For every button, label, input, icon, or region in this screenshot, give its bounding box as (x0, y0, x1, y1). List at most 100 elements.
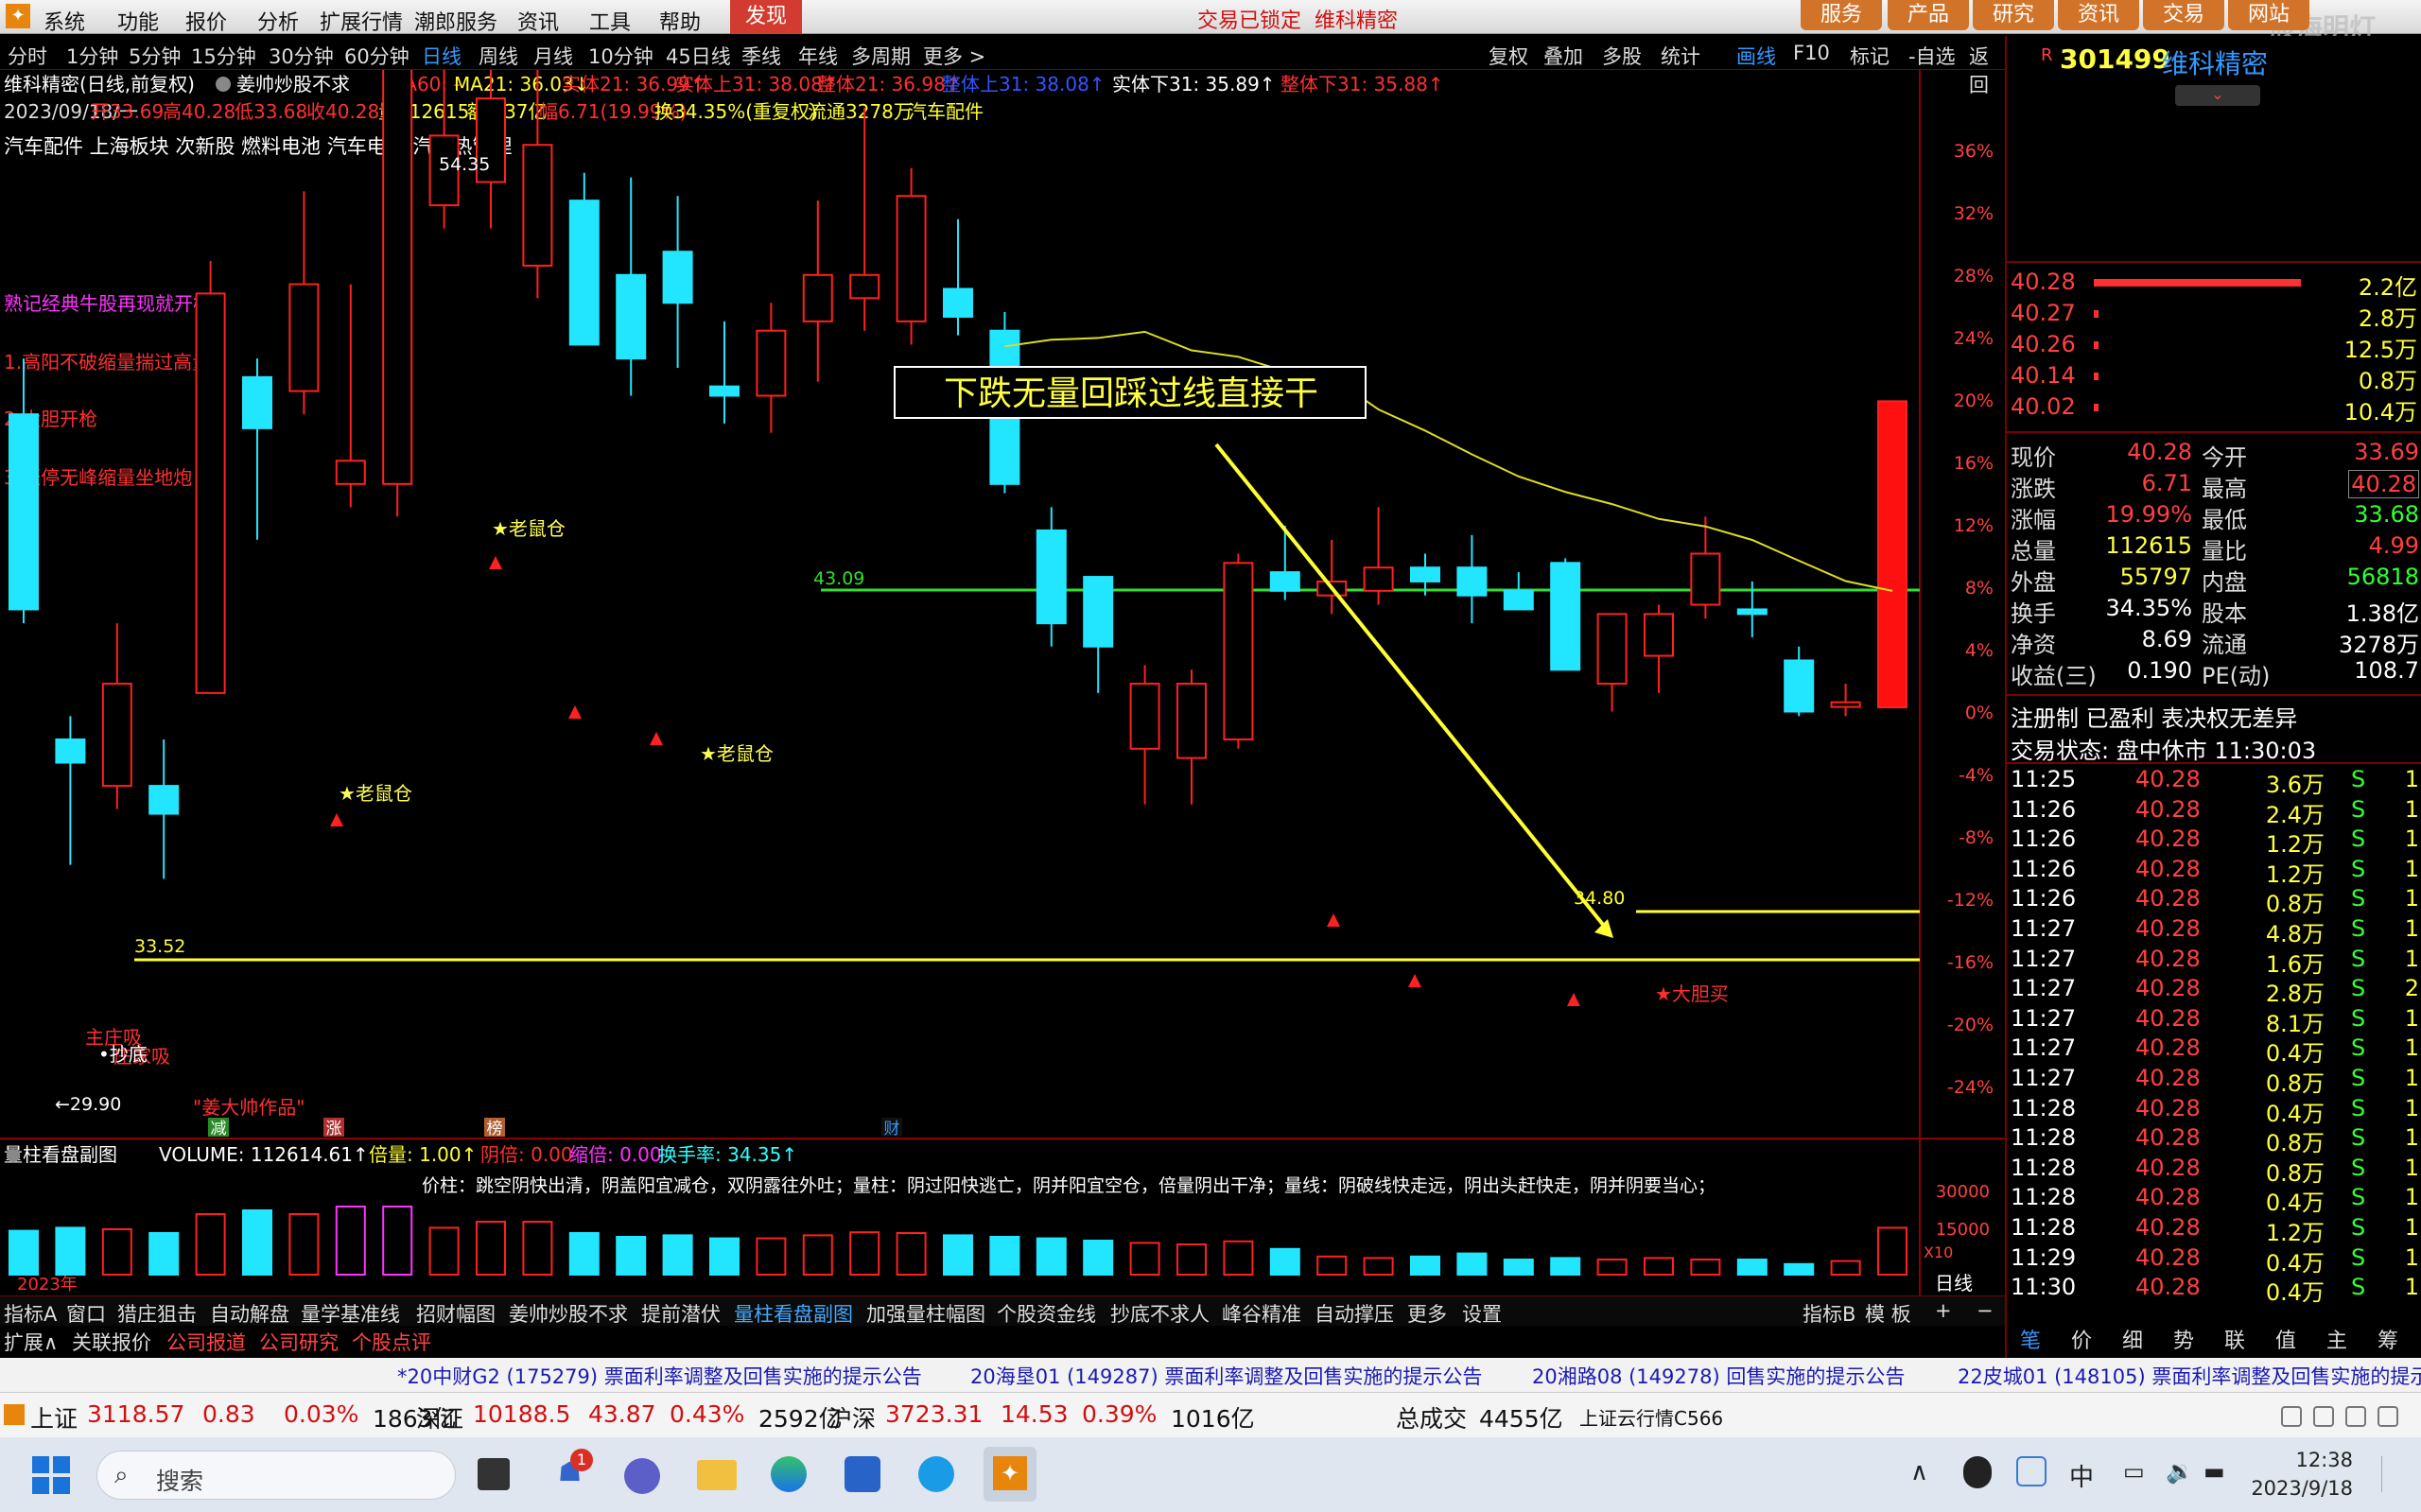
top-right-button[interactable]: 产品 (1888, 0, 1969, 30)
indicator-tab[interactable]: 指标A (4, 1299, 57, 1328)
volume-bar[interactable] (288, 1213, 320, 1276)
candle-body[interactable] (55, 738, 86, 764)
candle-body[interactable] (522, 144, 553, 267)
layout-icon[interactable] (2281, 1406, 2302, 1427)
volume-bar[interactable] (335, 1206, 366, 1276)
app-logo-icon[interactable]: ✦ (6, 4, 30, 28)
candle-body[interactable] (1503, 589, 1534, 611)
volume-bar[interactable] (522, 1221, 553, 1276)
period-tab[interactable]: 多周期 (851, 42, 911, 70)
candle-body[interactable] (1223, 562, 1254, 740)
toolbar-button[interactable]: F10 (1793, 42, 1830, 64)
candle-body[interactable] (242, 375, 272, 429)
settings-icon[interactable] (2345, 1406, 2366, 1427)
candle-body[interactable] (1596, 613, 1628, 686)
toolbar-button[interactable]: -自选 (1908, 42, 1956, 70)
order-book-row[interactable]: 40.28 2.2亿 (2007, 269, 2421, 301)
index-name[interactable]: 深证 (416, 1400, 463, 1434)
extension-tab[interactable]: 关联报价 (72, 1328, 151, 1356)
store-icon[interactable] (845, 1456, 880, 1492)
edge-icon[interactable] (771, 1456, 807, 1492)
volume-bar[interactable] (1083, 1240, 1114, 1276)
candle-body[interactable] (896, 195, 927, 322)
candle-body[interactable] (1456, 566, 1488, 597)
period-tab[interactable]: 季线 (741, 42, 781, 70)
lock-icon[interactable] (2313, 1406, 2334, 1427)
period-tab[interactable]: 60分钟 (344, 42, 409, 70)
volume-bar[interactable] (1456, 1252, 1488, 1276)
top-right-button[interactable]: 资讯 (2058, 0, 2139, 30)
volume-bar[interactable] (1410, 1255, 1440, 1277)
candle-body[interactable] (616, 273, 647, 360)
period-tab[interactable]: 15分钟 (191, 42, 256, 70)
clock-time[interactable]: 12:38 (2258, 1449, 2353, 1471)
volume-bar[interactable] (1690, 1259, 1721, 1276)
menu-item[interactable]: 扩展行情 (320, 6, 403, 36)
volume-bar[interactable] (1503, 1259, 1534, 1276)
indicator-tab[interactable]: 窗口 (66, 1299, 106, 1328)
candle-body[interactable] (1036, 529, 1067, 625)
candle-body[interactable] (101, 683, 132, 788)
indicator-control[interactable]: 指标B (1803, 1299, 1855, 1328)
volume-bar[interactable] (1877, 1226, 1907, 1277)
candle-body[interactable] (802, 273, 833, 322)
indicator-tab[interactable]: 姜帅炒股不求 (509, 1299, 628, 1328)
menu-item[interactable]: 分析 (257, 6, 299, 36)
indicator-tab[interactable]: 自动撑压 (1315, 1299, 1394, 1328)
battery-icon[interactable]: ▬ (2203, 1458, 2225, 1485)
volume-bar[interactable] (1316, 1255, 1348, 1277)
indicator-tab[interactable]: 设置 (1462, 1299, 1502, 1328)
candle-body[interactable] (1129, 683, 1160, 750)
order-book-row[interactable]: 40.02 10.4万 (2007, 393, 2421, 426)
tray-chevron-icon[interactable]: ∧ (1910, 1458, 1928, 1486)
top-right-button[interactable]: 交易 (2143, 0, 2224, 30)
toolbar-button[interactable]: 多股 (1602, 42, 1642, 70)
period-tab[interactable]: 5分钟 (129, 42, 181, 70)
indicator-tab[interactable]: 提前潜伏 (641, 1299, 721, 1328)
menu-item[interactable]: 系统 (44, 6, 85, 36)
candle-body[interactable] (9, 413, 39, 611)
candle-body[interactable] (288, 283, 320, 392)
quote-panel-tab[interactable]: 筹 (2377, 1324, 2398, 1354)
quote-panel-tab[interactable]: 值 (2275, 1324, 2296, 1354)
toolbar-button[interactable]: 叠加 (1543, 42, 1583, 70)
period-tab[interactable]: 年线 (798, 42, 838, 70)
candle-body[interactable] (1784, 659, 1815, 713)
extension-tab[interactable]: 个股点评 (352, 1328, 431, 1356)
volume-bar[interactable] (1736, 1259, 1768, 1276)
toolbar-button[interactable]: 画线 (1736, 42, 1776, 70)
network-icon[interactable]: ▭ (2123, 1458, 2145, 1485)
volume-panel-toggle-icon[interactable] (7, 1149, 20, 1162)
period-tab[interactable]: 更多 > (923, 42, 985, 70)
candle-body[interactable] (1644, 613, 1674, 657)
volume-bar[interactable] (428, 1226, 460, 1277)
volume-bar[interactable] (896, 1232, 927, 1276)
windows-start-icon[interactable] (32, 1456, 70, 1494)
chart-canvas[interactable]: 维科精密(日线,前复权) 姜帅炒股不求 MA60: -MA21: 36.03↓实体2… (0, 0, 2005, 1299)
menu-item[interactable]: 潮郎服务 (414, 6, 497, 36)
candle-body[interactable] (1690, 552, 1721, 606)
volume-bar[interactable] (242, 1209, 272, 1276)
candle-body[interactable] (943, 287, 973, 318)
volume-bar[interactable] (849, 1231, 880, 1276)
candle-body[interactable] (1083, 576, 1114, 648)
qq-tray-icon[interactable] (1963, 1456, 1992, 1488)
menu-item[interactable]: 帮助 (659, 6, 701, 36)
indicator-toggle-icon[interactable] (216, 77, 231, 92)
extension-tab[interactable]: 公司研究 (259, 1328, 339, 1356)
candle-body[interactable] (568, 200, 600, 346)
indicator-tab[interactable]: 自动解盘 (210, 1299, 289, 1328)
ie-icon[interactable] (918, 1456, 954, 1492)
period-tab[interactable]: 30分钟 (269, 42, 334, 70)
extension-tab[interactable]: 扩展∧ (4, 1328, 58, 1356)
menu-item[interactable]: 报价 (185, 6, 227, 36)
quote-panel-tab[interactable]: 笔 (2020, 1324, 2041, 1354)
news-item[interactable]: *20中财G2 (175279) 票面利率调整及回售实施的提示公告 (397, 1362, 922, 1390)
period-tab[interactable]: 45日线 (666, 42, 731, 70)
period-tab[interactable]: 周线 (479, 42, 518, 70)
kline-chart[interactable]: 维科精密(日线,前复权) 姜帅炒股不求 MA60: - MA21: 36.03↓ 实体2… (0, 0, 2005, 1299)
menu-item[interactable]: 功能 (117, 6, 159, 36)
volume-bar[interactable] (662, 1234, 693, 1277)
indicator-tab[interactable]: 更多 (1407, 1299, 1447, 1328)
volume-bar[interactable] (1036, 1237, 1067, 1276)
